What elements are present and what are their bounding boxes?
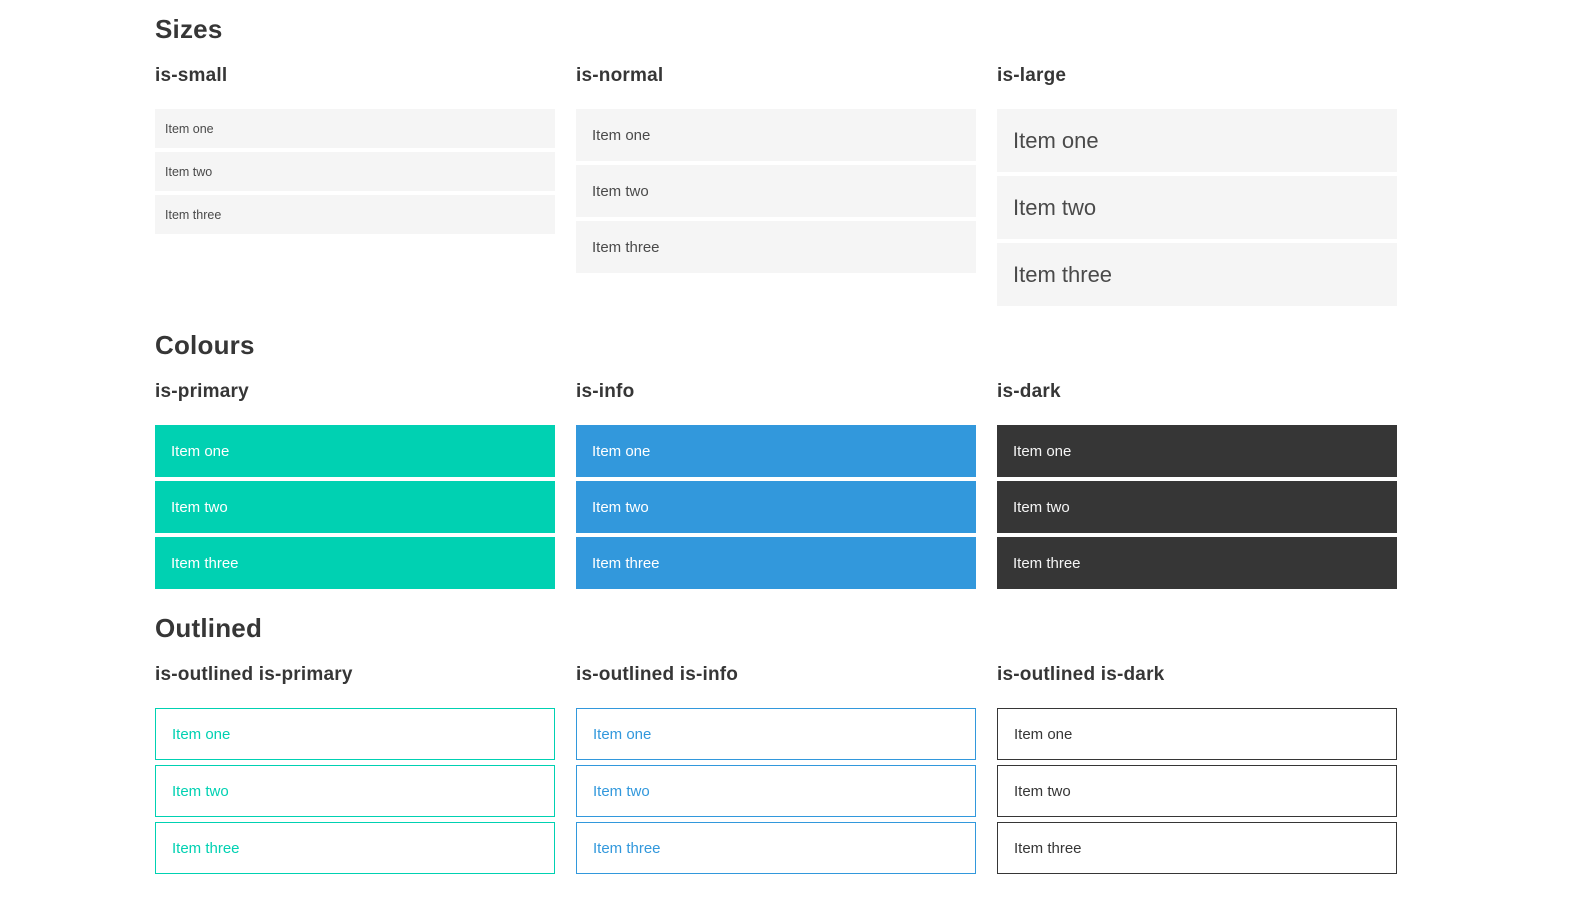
list-item[interactable]: Item one	[997, 109, 1397, 172]
list-item[interactable]: Item one	[576, 109, 976, 161]
group-label: is-primary	[155, 381, 249, 402]
list-item[interactable]: Item one	[997, 425, 1397, 477]
list-item[interactable]: Item one	[155, 425, 555, 477]
section-title: Outlined	[155, 613, 263, 643]
column-is-small: is-small Item one Item two Item three	[155, 65, 555, 234]
list-item[interactable]: Item three	[997, 243, 1397, 306]
group-label: is-dark	[997, 381, 1061, 402]
section-title: Colours	[155, 330, 255, 360]
list-dark: Item one Item two Item three	[997, 425, 1397, 589]
column-is-large: is-large Item one Item two Item three	[997, 65, 1397, 306]
group-label: is-large	[997, 65, 1067, 86]
list-item[interactable]: Item three	[576, 822, 976, 874]
sizes-columns: is-small Item one Item two Item three is…	[155, 65, 1595, 306]
list-item[interactable]: Item three	[155, 195, 555, 234]
list-item[interactable]: Item three	[155, 537, 555, 589]
list-item[interactable]: Item three	[576, 221, 976, 273]
column-outlined-primary: is-outlined is-primary Item one Item two…	[155, 664, 555, 874]
colours-columns: is-primary Item one Item two Item three …	[155, 381, 1595, 589]
group-label: is-normal	[576, 65, 664, 86]
list-item[interactable]: Item two	[576, 765, 976, 817]
list-item[interactable]: Item two	[155, 765, 555, 817]
column-is-normal: is-normal Item one Item two Item three	[576, 65, 976, 273]
list-item[interactable]: Item one	[997, 708, 1397, 760]
list-item[interactable]: Item two	[997, 176, 1397, 239]
group-label: is-outlined is-primary	[155, 664, 353, 685]
outlined-columns: is-outlined is-primary Item one Item two…	[155, 664, 1595, 874]
list-outlined-dark: Item one Item two Item three	[997, 708, 1397, 874]
section-outlined: Outlined is-outlined is-primary Item one…	[155, 613, 1595, 874]
list-item[interactable]: Item one	[576, 425, 976, 477]
list-item[interactable]: Item two	[997, 765, 1397, 817]
group-label: is-outlined is-info	[576, 664, 739, 685]
column-outlined-info: is-outlined is-info Item one Item two It…	[576, 664, 976, 874]
list-item[interactable]: Item three	[155, 822, 555, 874]
list-item[interactable]: Item three	[576, 537, 976, 589]
group-label: is-outlined is-dark	[997, 664, 1165, 685]
list-outlined-info: Item one Item two Item three	[576, 708, 976, 874]
list-item[interactable]: Item one	[155, 708, 555, 760]
list-outlined-primary: Item one Item two Item three	[155, 708, 555, 874]
column-is-info: is-info Item one Item two Item three	[576, 381, 976, 589]
section-colours: Colours is-primary Item one Item two Ite…	[155, 330, 1595, 589]
list-item[interactable]: Item two	[155, 481, 555, 533]
list-normal: Item one Item two Item three	[576, 109, 976, 273]
list-small: Item one Item two Item three	[155, 109, 555, 234]
list-item[interactable]: Item one	[155, 109, 555, 148]
styleguide-page: Sizes is-small Item one Item two Item th…	[0, 0, 1595, 897]
list-item[interactable]: Item two	[997, 481, 1397, 533]
group-label: is-info	[576, 381, 635, 402]
list-item[interactable]: Item three	[997, 537, 1397, 589]
column-is-primary: is-primary Item one Item two Item three	[155, 381, 555, 589]
list-item[interactable]: Item two	[576, 481, 976, 533]
list-item[interactable]: Item one	[576, 708, 976, 760]
list-primary: Item one Item two Item three	[155, 425, 555, 589]
section-title: Sizes	[155, 14, 223, 44]
list-item[interactable]: Item two	[576, 165, 976, 217]
section-sizes: Sizes is-small Item one Item two Item th…	[155, 14, 1595, 306]
column-outlined-dark: is-outlined is-dark Item one Item two It…	[997, 664, 1397, 874]
list-item[interactable]: Item three	[997, 822, 1397, 874]
group-label: is-small	[155, 65, 228, 86]
list-info: Item one Item two Item three	[576, 425, 976, 589]
list-item[interactable]: Item two	[155, 152, 555, 191]
column-is-dark: is-dark Item one Item two Item three	[997, 381, 1397, 589]
list-large: Item one Item two Item three	[997, 109, 1397, 306]
